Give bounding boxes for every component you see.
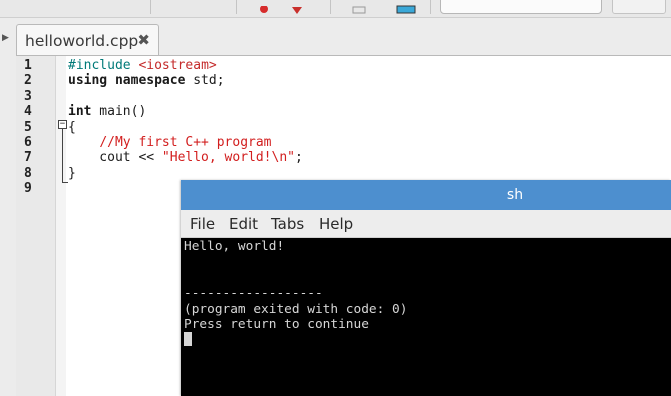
code-line[interactable]: { — [68, 120, 303, 135]
code-line[interactable]: using namespace std; — [68, 73, 303, 88]
terminal-line: Hello, world! — [184, 239, 285, 254]
code-token: int — [68, 104, 92, 120]
code-token: using namespace — [68, 73, 186, 89]
terminal-text: Hello, world! ------------------ (program… — [184, 239, 407, 333]
terminal-title: sh — [506, 187, 524, 203]
close-icon[interactable]: ✖ — [137, 31, 150, 49]
color-chooser-icon[interactable] — [396, 0, 416, 14]
menu-edit[interactable]: Edit — [229, 215, 258, 233]
toolbar-separator — [430, 0, 431, 14]
toolbar-overflow-button[interactable] — [612, 0, 666, 14]
sidebar-toggle-icon[interactable]: ▶ — [2, 33, 9, 43]
toolbar-separator — [236, 0, 237, 14]
code-line[interactable]: //My first C++ program — [68, 135, 303, 150]
code-line[interactable]: cout << "Hello, world!\n"; — [68, 150, 303, 165]
code-token: //My first C++ program — [99, 134, 272, 150]
code-line[interactable]: } — [68, 166, 303, 181]
toolbar-separator — [150, 0, 151, 14]
line-number: 1 — [24, 58, 32, 73]
line-number: 2 — [24, 73, 32, 89]
record-icon[interactable] — [258, 0, 268, 13]
line-number: 4 — [24, 104, 32, 120]
menu-file[interactable]: File — [190, 215, 215, 233]
terminal-output[interactable]: Hello, world! ------------------ (program… — [181, 238, 671, 396]
code-token: std; — [185, 73, 225, 89]
source-code[interactable]: #include <iostream> using namespace std; … — [68, 58, 303, 197]
build-icon[interactable] — [352, 0, 366, 14]
run-icon[interactable] — [290, 0, 302, 14]
terminal-line: Press return to continue — [184, 317, 369, 333]
line-number: 3 — [24, 88, 32, 104]
search-input[interactable] — [440, 0, 602, 14]
code-token: { — [68, 119, 76, 135]
terminal-cursor — [184, 332, 192, 346]
line-numbers: 123456789 — [24, 58, 32, 197]
line-number: 6 — [24, 134, 32, 150]
terminal-title-bar[interactable]: sh — [181, 180, 671, 210]
tab-helloworld-cpp[interactable]: helloworld.cpp ✖ — [16, 24, 159, 56]
toolbar-separator — [330, 0, 331, 14]
tab-label: helloworld.cpp — [25, 32, 139, 50]
terminal-window[interactable]: sh File Edit Tabs Help Hello, world! ---… — [181, 180, 671, 396]
code-token: cout << — [68, 150, 162, 166]
terminal-line: (program exited with code: 0) — [184, 301, 408, 317]
code-line[interactable] — [68, 89, 303, 104]
menu-help[interactable]: Help — [319, 215, 353, 233]
line-number: 8 — [24, 165, 32, 181]
toolbar — [0, 0, 671, 18]
code-token: "Hello, world!\n" — [161, 150, 295, 166]
fold-collapse-icon[interactable]: − — [58, 120, 67, 129]
fold-margin — [56, 56, 66, 396]
code-line[interactable]: int main() — [68, 104, 303, 119]
line-number: 9 — [24, 181, 32, 197]
terminal-menubar: File Edit Tabs Help — [181, 210, 671, 238]
code-token: <iostream> — [138, 58, 217, 73]
code-token: main() — [91, 104, 147, 120]
code-token: ; — [294, 150, 303, 166]
code-token: } — [68, 165, 76, 181]
terminal-line: ------------------ — [184, 286, 323, 302]
line-number-gutter: 123456789 — [16, 56, 56, 396]
line-number: 5 — [24, 119, 32, 135]
menu-tabs[interactable]: Tabs — [271, 215, 304, 233]
code-line[interactable]: #include <iostream> — [68, 58, 303, 73]
fold-guide — [62, 129, 63, 183]
code-token: #include — [68, 58, 139, 73]
line-number: 7 — [24, 150, 32, 166]
